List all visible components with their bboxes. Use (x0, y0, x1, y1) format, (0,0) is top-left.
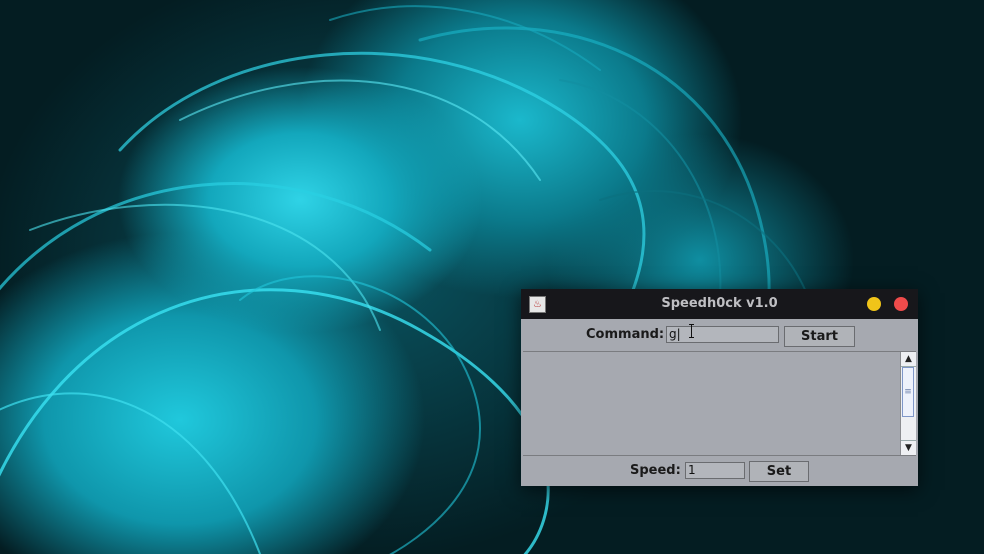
speedhack-window: ♨ Speedh0ck v1.0 Command: g| Start ▲ ≡ ▼… (521, 289, 918, 486)
start-button[interactable]: Start (784, 326, 855, 347)
vertical-scrollbar[interactable]: ▲ ≡ ▼ (900, 352, 916, 455)
speed-row: Speed: 1 Set (521, 456, 918, 486)
speed-input[interactable]: 1 (685, 462, 745, 479)
set-button[interactable]: Set (749, 461, 809, 482)
command-label: Command: (586, 327, 665, 342)
command-input[interactable]: g| (666, 326, 779, 343)
close-button[interactable] (894, 297, 908, 311)
title-bar[interactable]: ♨ Speedh0ck v1.0 (521, 289, 918, 319)
scroll-thumb[interactable]: ≡ (902, 367, 914, 417)
scroll-down-arrow-icon[interactable]: ▼ (901, 440, 916, 455)
text-cursor-icon (689, 324, 694, 338)
output-area[interactable]: ▲ ≡ ▼ (523, 351, 916, 456)
command-row: Command: g| Start (521, 319, 918, 350)
window-title: Speedh0ck v1.0 (661, 296, 778, 311)
minimize-button[interactable] (867, 297, 881, 311)
speed-label: Speed: (630, 463, 681, 478)
scroll-up-arrow-icon[interactable]: ▲ (901, 352, 916, 367)
